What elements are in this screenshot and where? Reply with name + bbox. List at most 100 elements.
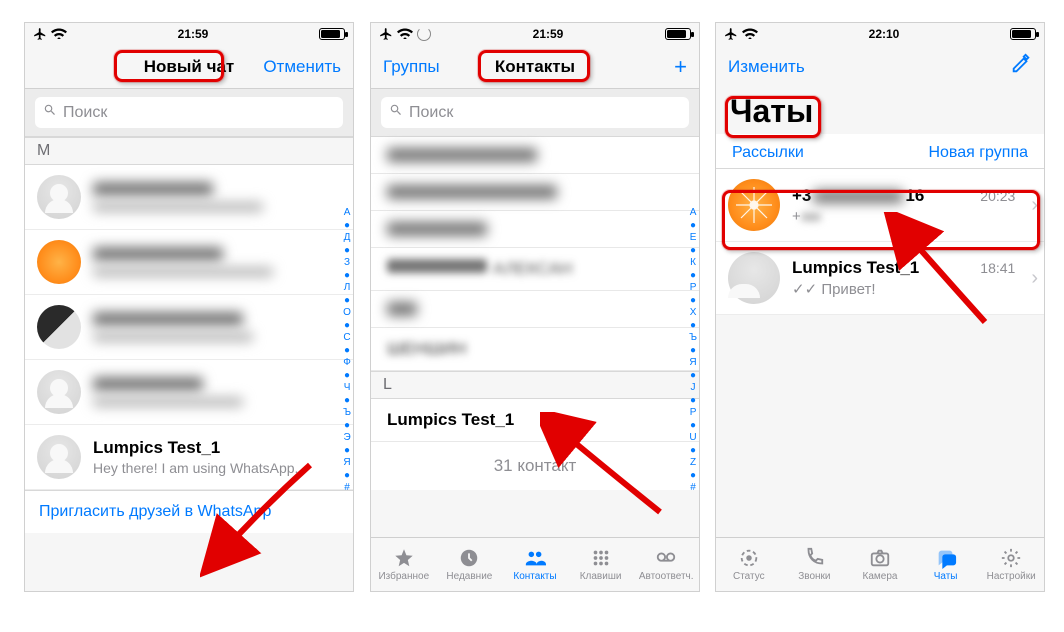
chats-icon xyxy=(934,547,958,569)
search-wrap: Поиск xyxy=(371,89,699,137)
tab-label: Клавиши xyxy=(580,571,622,582)
keypad-icon xyxy=(589,547,613,569)
status-bar: 21:59 xyxy=(371,23,699,45)
tab-calls[interactable]: Звонки xyxy=(782,538,848,591)
voicemail-icon xyxy=(654,547,678,569)
battery-icon xyxy=(319,28,345,40)
tab-label: Настройки xyxy=(987,571,1036,582)
phone-chats: 22:10 Изменить Чаты Рассылки Новая групп… xyxy=(715,22,1045,592)
status-time: 22:10 xyxy=(869,27,900,41)
contact-name: Lumpics Test_1 xyxy=(387,410,514,429)
page-title: Чаты xyxy=(716,89,1044,134)
battery-icon xyxy=(665,28,691,40)
tab-label: Недавние xyxy=(446,571,492,582)
nav-bar: Изменить xyxy=(716,45,1044,89)
status-time: 21:59 xyxy=(533,27,564,41)
star-icon xyxy=(392,547,416,569)
compose-button[interactable] xyxy=(1010,53,1032,81)
tab-status[interactable]: Статус xyxy=(716,538,782,591)
status-time: 21:59 xyxy=(178,27,209,41)
chat-preview: + xyxy=(792,208,1015,225)
tab-bar: Избранное Недавние Контакты Клавиши Авто… xyxy=(371,537,699,591)
add-contact-button[interactable]: + xyxy=(674,54,687,80)
tab-bar: Статус Звонки Камера Чаты Настройки xyxy=(716,537,1044,591)
new-group-link[interactable]: Новая группа xyxy=(928,144,1028,162)
phone-new-chat: 21:59 Новый чат Отменить Поиск М xyxy=(24,22,354,592)
chat-time: 20:23 xyxy=(980,188,1015,204)
tab-label: Статус xyxy=(733,571,765,582)
contact-row-blurred[interactable]: АЛЕКСАН xyxy=(371,248,699,291)
contact-lumpics[interactable]: Lumpics Test_1 xyxy=(371,399,699,442)
wifi-icon xyxy=(742,26,758,42)
chevron-right-icon: › xyxy=(1027,194,1038,217)
contact-row-blurred[interactable] xyxy=(371,174,699,211)
tab-label: Автоответч. xyxy=(639,571,694,582)
groups-button[interactable]: Группы xyxy=(383,57,440,77)
tab-settings[interactable]: Настройки xyxy=(978,538,1044,591)
clock-icon xyxy=(457,547,481,569)
tab-recent[interactable]: Недавние xyxy=(437,538,503,591)
loading-spinner-icon xyxy=(417,27,431,41)
nav-bar: Группы Контакты + xyxy=(371,45,699,89)
status-bar: 21:59 xyxy=(25,23,353,45)
read-receipt-icon: ✓✓ xyxy=(792,281,821,298)
chat-row[interactable]: Lumpics Test_1 18:41 ✓✓ Привет! › xyxy=(716,242,1044,315)
search-icon xyxy=(389,103,403,122)
contact-row-blurred[interactable] xyxy=(371,137,699,174)
section-header-l: L xyxy=(371,371,699,399)
contact-row-blurred[interactable] xyxy=(371,211,699,248)
section-header-m: М xyxy=(25,137,353,165)
search-icon xyxy=(43,103,57,122)
link-row: Рассылки Новая группа xyxy=(716,134,1044,169)
broadcasts-link[interactable]: Рассылки xyxy=(732,144,804,162)
avatar-placeholder-icon xyxy=(728,252,780,304)
tab-chats[interactable]: Чаты xyxy=(913,538,979,591)
contact-row-lumpics[interactable]: Lumpics Test_1 Hey there! I am using Wha… xyxy=(25,425,353,490)
tab-label: Чаты xyxy=(934,571,958,582)
airplane-mode-icon xyxy=(33,27,47,41)
tab-label: Контакты xyxy=(513,571,556,582)
edit-button[interactable]: Изменить xyxy=(728,57,805,77)
contact-row-blurred[interactable]: ШЕНШИН xyxy=(371,328,699,371)
tab-camera[interactable]: Камера xyxy=(847,538,913,591)
contacts-icon xyxy=(523,547,547,569)
avatar-placeholder-icon xyxy=(37,370,81,414)
nav-bar: Новый чат Отменить xyxy=(25,45,353,89)
search-wrap: Поиск xyxy=(25,89,353,137)
avatar-placeholder-icon xyxy=(37,435,81,479)
status-bar: 22:10 xyxy=(716,23,1044,45)
airplane-mode-icon xyxy=(379,27,393,41)
chat-preview: ✓✓ Привет! xyxy=(792,280,1015,298)
avatar-orange-icon xyxy=(728,179,780,231)
search-placeholder: Поиск xyxy=(63,104,107,122)
alpha-index-rail[interactable]: А●Е●К●Р●Х●Ъ●Я●J●P●U●Z●# xyxy=(689,207,697,494)
gear-icon xyxy=(999,547,1023,569)
contact-row-blurred[interactable] xyxy=(371,291,699,328)
camera-icon xyxy=(868,547,892,569)
cancel-button[interactable]: Отменить xyxy=(263,57,341,77)
search-input[interactable]: Поиск xyxy=(381,97,689,128)
avatar-orange-icon xyxy=(37,240,81,284)
alpha-index-rail[interactable]: А●Д●З●Л●О●С●Ф●Ч●Ъ●Э●Я●# xyxy=(343,207,351,494)
contact-row-blurred[interactable] xyxy=(25,165,353,230)
tab-voicemail[interactable]: Автоответч. xyxy=(633,538,699,591)
avatar-placeholder-icon xyxy=(37,175,81,219)
tab-favorites[interactable]: Избранное xyxy=(371,538,437,591)
invite-friends-link[interactable]: Пригласить друзей в WhatsApp xyxy=(25,490,353,533)
chat-row[interactable]: +316 20:23 + › xyxy=(716,169,1044,242)
contact-row-blurred[interactable] xyxy=(25,230,353,295)
tab-keypad[interactable]: Клавиши xyxy=(568,538,634,591)
contact-count: 31 контакт xyxy=(371,442,699,490)
chat-name: +316 xyxy=(792,186,924,206)
contact-row-blurred[interactable] xyxy=(25,360,353,425)
wifi-icon xyxy=(397,26,413,42)
wifi-icon xyxy=(51,26,67,42)
avatar-photo-icon xyxy=(37,305,81,349)
tab-label: Камера xyxy=(863,571,898,582)
search-input[interactable]: Поиск xyxy=(35,97,343,128)
contact-name: Lumpics Test_1 xyxy=(93,438,220,457)
tab-contacts[interactable]: Контакты xyxy=(502,538,568,591)
contact-row-blurred[interactable] xyxy=(25,295,353,360)
status-icon xyxy=(737,547,761,569)
battery-icon xyxy=(1010,28,1036,40)
